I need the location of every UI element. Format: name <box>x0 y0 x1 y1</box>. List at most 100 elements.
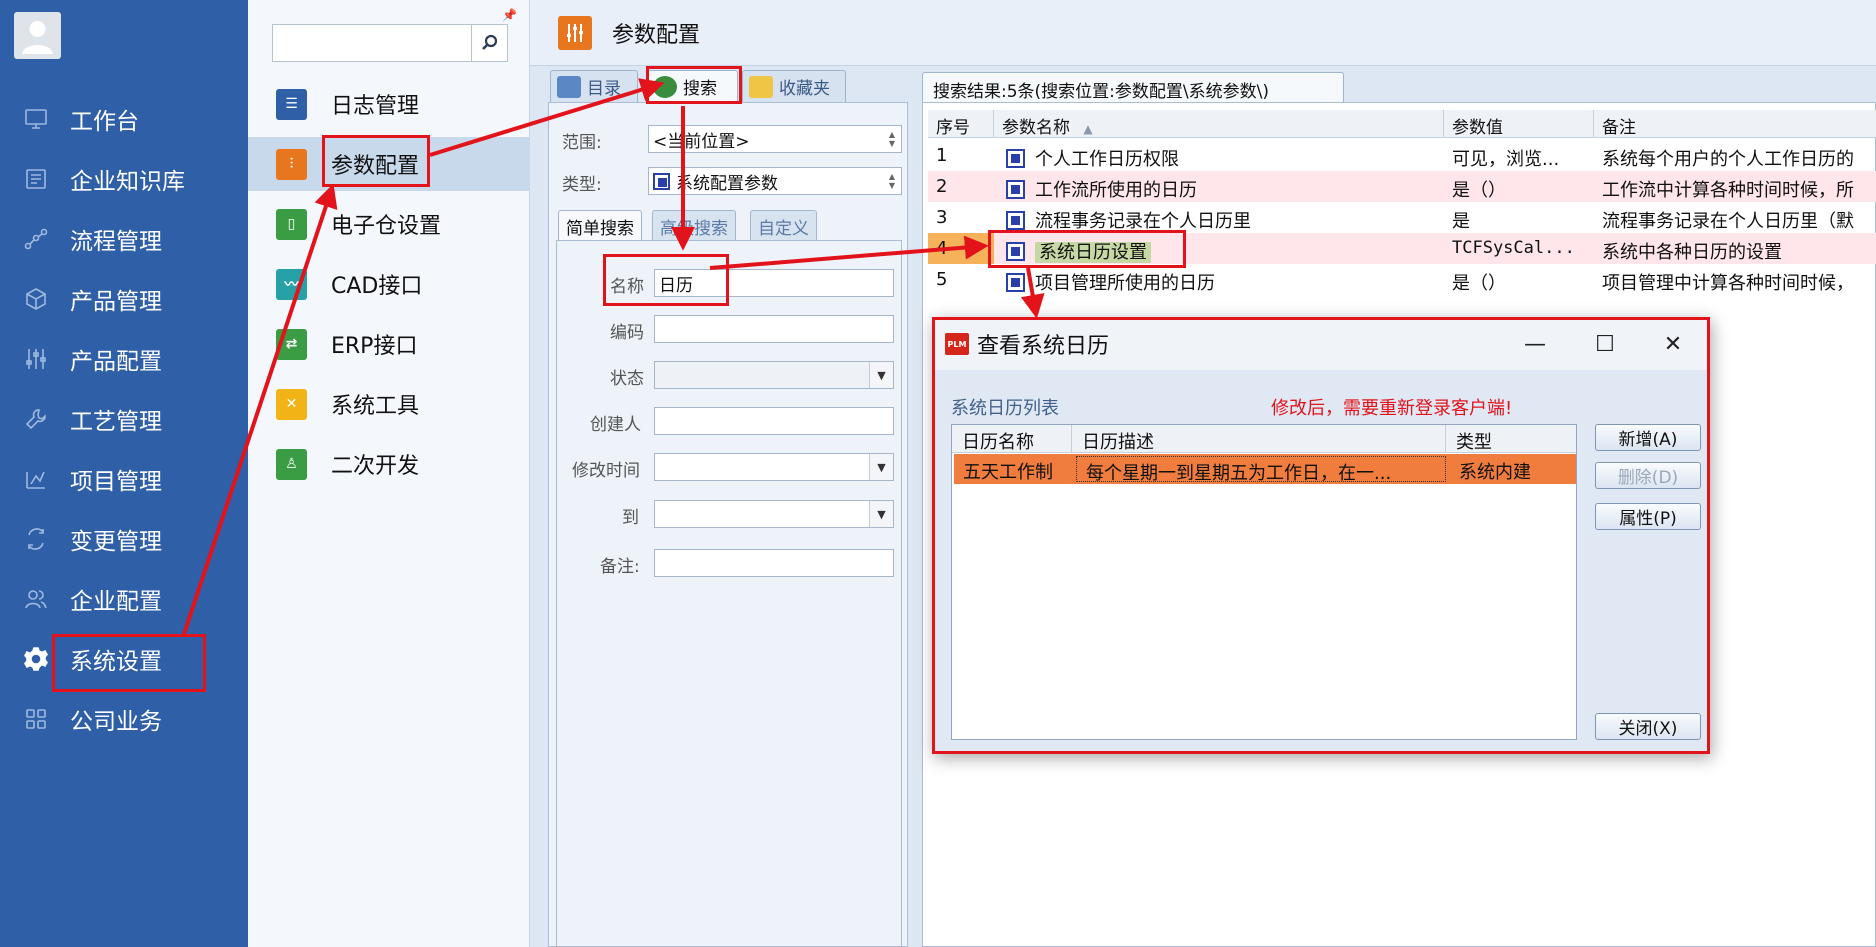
table-row[interactable]: 3 流程事务记录在个人日历里 是 流程事务记录在个人日历里（默 <box>928 202 1876 233</box>
nav-item-product[interactable]: 产品管理 <box>0 276 248 322</box>
book-icon <box>22 165 50 193</box>
nav-item-label: 企业知识库 <box>70 169 185 195</box>
chevron-down-icon[interactable]: ▼ <box>869 362 893 388</box>
wrench-icon <box>22 405 50 433</box>
nav-item-enterprise-config[interactable]: 企业配置 <box>0 576 248 622</box>
modified-time-label: 修改时间 <box>572 461 640 481</box>
sub-item-erp-interface[interactable]: ⇄ ERP接口 <box>248 317 530 371</box>
avatar[interactable] <box>14 12 61 59</box>
developer-icon: ♙ <box>276 448 307 480</box>
flow-icon <box>22 225 50 253</box>
tab-favorites[interactable]: 收藏夹 <box>742 70 846 102</box>
type-label: 类型: <box>562 175 602 195</box>
sub-item-label: 日志管理 <box>331 94 420 119</box>
status-label: 状态 <box>610 369 644 389</box>
table-row[interactable]: 5 项目管理所使用的日历 是（） 项目管理中计算各种时间时候， <box>928 264 1876 295</box>
param-icon <box>1006 149 1025 168</box>
type-spinner[interactable]: 系统配置参数 ▲ ▼ <box>648 167 902 195</box>
sub-item-cad-interface[interactable]: 〰 CAD接口 <box>248 257 530 311</box>
note-label: 备注: <box>600 557 640 577</box>
erp-icon: ⇄ <box>276 328 307 360</box>
column-header[interactable]: 参数值 <box>1444 110 1594 138</box>
sub-item-label: 电子仓设置 <box>331 214 442 239</box>
annotation-box-dialog <box>932 317 1710 754</box>
pin-icon[interactable]: 📌 <box>502 8 517 22</box>
table-row[interactable]: 1 个人工作日历权限 可见，浏览... 系统每个用户的个人工作日历的 <box>928 140 1876 171</box>
sub-item-label: 系统工具 <box>331 394 420 419</box>
nav-item-knowledge-base[interactable]: 企业知识库 <box>0 156 248 202</box>
tab-custom[interactable]: 自定义 <box>750 210 817 240</box>
nav-item-label: 变更管理 <box>70 529 162 555</box>
nav-item-craft[interactable]: 工艺管理 <box>0 396 248 442</box>
sub-search-input[interactable] <box>272 24 508 62</box>
annotation-box-calendar-row <box>988 230 1186 268</box>
nav-item-project[interactable]: 项目管理 <box>0 456 248 502</box>
log-icon: ☰ <box>276 88 307 120</box>
tab-simple-search[interactable]: 简单搜索 <box>558 210 642 240</box>
change-icon <box>22 525 50 553</box>
modified-from-date[interactable]: ▼ <box>654 453 894 481</box>
column-header-name[interactable]: 参数名称 ▲ <box>994 110 1444 138</box>
annotation-box-system-settings <box>52 634 206 692</box>
sub-item-log-management[interactable]: ☰ 日志管理 <box>248 77 530 131</box>
tab-search-results[interactable]: 搜索结果:5条(搜索位置:参数配置\系统参数\) <box>922 72 1344 102</box>
chevron-down-icon[interactable]: ▼ <box>869 501 893 527</box>
simple-search-form <box>556 240 902 947</box>
sliders-icon: ⫶ <box>276 148 307 180</box>
main-sidebar: 工作台 企业知识库 流程管理 产品管理 产品配置 工艺管理 项目管理 变更管理 … <box>0 0 248 947</box>
nav-item-label: 企业配置 <box>70 589 162 615</box>
param-icon <box>1006 180 1025 199</box>
modified-to-date[interactable]: ▼ <box>654 500 894 528</box>
nav-item-label: 工作台 <box>70 109 139 135</box>
user-icon <box>22 21 53 54</box>
creator-label: 创建人 <box>590 415 641 435</box>
page-header: 参数配置 <box>530 0 1876 66</box>
creator-field[interactable] <box>654 407 894 435</box>
column-header[interactable]: 备注 <box>1594 110 1876 138</box>
sub-item-label: CAD接口 <box>331 274 423 299</box>
results-table-header: 序号 参数名称 ▲ 参数值 备注 <box>928 110 1876 138</box>
sort-asc-icon: ▲ <box>1083 122 1093 136</box>
sub-item-label: ERP接口 <box>331 334 418 359</box>
gear-icon <box>22 645 50 673</box>
nav-item-label: 项目管理 <box>70 469 162 495</box>
nav-item-label: 产品管理 <box>70 289 162 315</box>
spinner-arrows-icon[interactable]: ▲ ▼ <box>883 168 901 194</box>
chevron-down-icon[interactable]: ▼ <box>869 454 893 480</box>
spinner-arrows-icon[interactable]: ▲ ▼ <box>883 126 901 152</box>
page-title: 参数配置 <box>612 22 701 48</box>
search-icon <box>481 34 497 50</box>
cad-icon: 〰 <box>276 268 307 300</box>
nav-item-label: 公司业务 <box>70 709 162 735</box>
sub-item-system-tools[interactable]: ✕ 系统工具 <box>248 377 530 431</box>
param-icon <box>653 172 670 190</box>
nav-item-workbench[interactable]: 工作台 <box>0 96 248 142</box>
search-button[interactable] <box>471 25 507 61</box>
param-icon <box>1006 273 1025 292</box>
sliders-icon <box>22 345 50 373</box>
nav-item-label: 工艺管理 <box>70 409 162 435</box>
scope-spinner[interactable]: <当前位置> ▲ ▼ <box>648 125 902 153</box>
to-label: 到 <box>622 508 639 528</box>
nav-item-company-business[interactable]: 公司业务 <box>0 696 248 742</box>
annotation-box-parameter-config <box>322 135 430 187</box>
device-icon: ▯ <box>276 208 307 240</box>
users-icon <box>22 585 50 613</box>
table-row[interactable]: 2 工作流所使用的日历 是（） 工作流中计算各种时间时候，所 <box>928 171 1876 202</box>
folder-icon <box>749 75 773 98</box>
status-select[interactable]: ▼ <box>654 361 894 389</box>
tab-advanced-search[interactable]: 高级搜索 <box>652 210 736 240</box>
sub-item-label: 二次开发 <box>331 454 420 479</box>
nav-item-process[interactable]: 流程管理 <box>0 216 248 262</box>
annotation-box-search-tab <box>646 66 742 104</box>
nav-item-label: 流程管理 <box>70 229 162 255</box>
code-field[interactable] <box>654 315 894 343</box>
note-field[interactable] <box>654 549 894 577</box>
sub-item-e-warehouse[interactable]: ▯ 电子仓设置 <box>248 197 530 251</box>
nav-item-change[interactable]: 变更管理 <box>0 516 248 562</box>
nav-item-product-config[interactable]: 产品配置 <box>0 336 248 382</box>
grid-icon <box>22 705 50 733</box>
sub-item-secondary-dev[interactable]: ♙ 二次开发 <box>248 437 530 491</box>
tab-directory[interactable]: 目录 <box>550 70 638 102</box>
column-header[interactable]: 序号 <box>928 110 994 138</box>
